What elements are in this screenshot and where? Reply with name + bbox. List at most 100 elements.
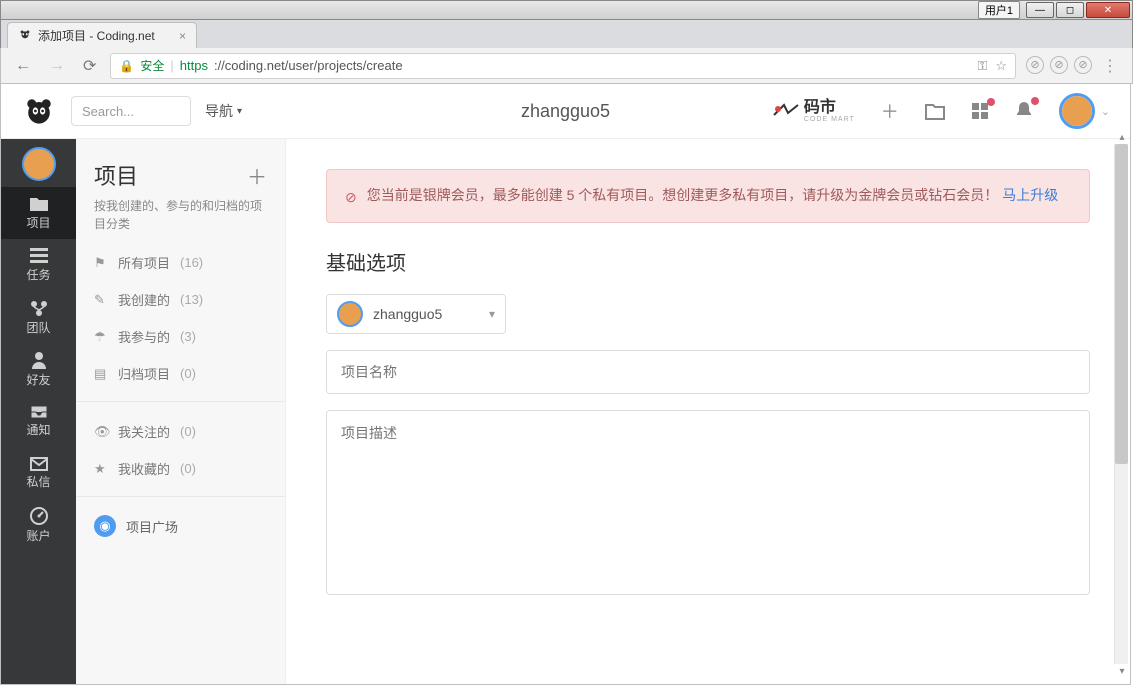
sidebar-item-label: 归档项目 [118,364,170,383]
sidebar-item-joined[interactable]: ☂ 我参与的 (3) [94,327,267,346]
group-icon [29,299,49,317]
search-input[interactable]: Search... [71,96,191,126]
eye-icon: 👁 [94,424,108,440]
window-close-button[interactable]: ✕ [1086,2,1130,18]
rail-label: 任务 [26,266,50,283]
caret-down-icon: ▾ [237,106,242,117]
rail-item-task[interactable]: 任务 [1,239,76,291]
address-bar[interactable]: 🔒 安全 | https://coding.net/user/projects/… [110,53,1016,79]
sidebar-item-watch[interactable]: 👁 我关注的 (0) [94,422,267,441]
gauge-icon [30,507,48,525]
ext-icon-3[interactable]: ⊘ [1074,56,1092,74]
ext-icon-2[interactable]: ⊘ [1050,56,1068,74]
sidebar-item-archive[interactable]: ▤ 归档项目 (0) [94,364,267,383]
ext-icon-1[interactable]: ⊘ [1026,56,1044,74]
rail-label: 账户 [26,527,50,544]
add-icon[interactable]: ＋ [881,98,899,124]
rail-item-friend[interactable]: 好友 [1,343,76,395]
sidebar-item-label: 我参与的 [118,327,170,346]
sidebar-item-star[interactable]: ★ 我收藏的 (0) [94,459,267,478]
coding-logo-icon[interactable] [21,93,57,129]
rail-label: 通知 [26,421,50,438]
sidebar-item-all[interactable]: ⚑ 所有项目 (16) [94,253,267,272]
sidebar-item-label: 我创建的 [118,290,170,309]
owner-dropdown[interactable]: zhangguo5 ▾ [326,294,506,334]
tasks-icon [30,248,48,264]
vertical-scrollbar[interactable]: ▴ ▾ [1114,144,1128,664]
sidebar-separator [76,401,285,402]
scrollbar-down-icon[interactable]: ▾ [1115,664,1129,678]
browser-tab-strip: 添加项目 - Coding.net × [0,20,1133,48]
bell-icon[interactable] [1015,101,1033,121]
folder-icon [29,196,49,212]
rail-avatar[interactable] [22,147,56,181]
favicon-icon [18,29,32,43]
nav-dropdown[interactable]: 导航 ▾ [205,101,242,121]
edit-icon: ✎ [94,292,108,308]
rail-item-project[interactable]: 项目 [1,187,76,239]
rail-item-notice[interactable]: 通知 [1,395,76,447]
owner-avatar [337,301,363,327]
browser-extensions: ⊘ ⊘ ⊘ ⋮ [1026,56,1122,76]
add-project-button[interactable]: ＋ [247,161,267,190]
search-placeholder: Search... [82,104,134,119]
alert-text: 您当前是银牌会员，最多能创建 5 个私有项目。想创建更多私有项目，请升级为金牌会… [367,187,999,203]
project-name-field [326,350,1090,394]
window-maximize-button[interactable]: ◻ [1056,2,1084,18]
rail-label: 团队 [26,319,50,336]
url-protocol: https [180,58,208,73]
project-sidebar: 项目 ＋ 按我创建的、参与的和归档的项目分类 ⚑ 所有项目 (16) ✎ 我创建… [76,139,286,684]
sidebar-item-label: 所有项目 [118,253,170,272]
rail-item-team[interactable]: 团队 [1,291,76,343]
nav-dropdown-label: 导航 [205,101,233,121]
rail-item-message[interactable]: 私信 [1,447,76,499]
archive-icon: ▤ [94,366,108,382]
task-icon[interactable] [971,102,989,120]
star-icon: ★ [94,461,108,477]
project-desc-textarea[interactable] [327,411,1089,589]
app-header: Search... 导航 ▾ zhangguo5 码市 CODE MART ＋ … [1,84,1130,139]
sidebar-separator [76,496,285,497]
forward-button[interactable]: → [45,53,69,79]
mashi-link[interactable]: 码市 CODE MART [770,99,855,123]
browser-toolbar: ← → ⟳ 🔒 安全 | https://coding.net/user/pro… [0,48,1133,84]
chrome-menu-icon[interactable]: ⋮ [1098,56,1122,76]
section-title: 基础选项 [326,247,1090,276]
rail-label: 私信 [26,473,50,490]
plaza-label: 项目广场 [126,517,178,536]
scrollbar-up-icon[interactable]: ▴ [1115,130,1129,144]
main-content: ⊘ 您当前是银牌会员，最多能创建 5 个私有项目。想创建更多私有项目，请升级为金… [286,139,1130,684]
lock-icon: 🔒 [119,59,134,73]
bookmark-star-icon[interactable]: ☆ [995,58,1007,74]
sidebar-item-created[interactable]: ✎ 我创建的 (13) [94,290,267,309]
key-icon[interactable]: ⚿ [977,58,987,74]
mashi-icon [770,99,800,123]
sidebar-title-row: 项目 ＋ [94,159,267,191]
left-rail: 项目 任务 团队 好友 通知 私信 账户 [1,139,76,684]
project-plaza-link[interactable]: ◉ 项目广场 [94,515,267,537]
sidebar-item-count: (13) [180,292,203,307]
upgrade-link[interactable]: 马上升级 [1002,187,1058,203]
compass-icon: ◉ [94,515,116,537]
back-button[interactable]: ← [11,53,35,79]
tab-title: 添加项目 - Coding.net [38,27,155,44]
project-icon[interactable] [925,102,945,120]
browser-tab[interactable]: 添加项目 - Coding.net × [7,22,197,48]
user-menu-caret-icon[interactable]: ⌄ [1101,105,1110,118]
page-title: zhangguo5 [521,101,610,122]
mail-icon [30,457,48,471]
window-minimize-button[interactable]: — [1026,2,1054,18]
secure-label: 安全 [140,57,164,74]
upgrade-alert: ⊘ 您当前是银牌会员，最多能创建 5 个私有项目。想创建更多私有项目，请升级为金… [326,169,1090,223]
mashi-label: 码市 [804,100,855,116]
scrollbar-thumb[interactable] [1115,144,1128,464]
rail-item-account[interactable]: 账户 [1,499,76,551]
sidebar-item-count: (0) [180,366,196,381]
tab-close-icon[interactable]: × [179,29,186,43]
rail-label: 项目 [26,214,50,231]
project-name-input[interactable] [327,351,1089,393]
window-user-tag: 用户1 [978,1,1020,19]
reload-button[interactable]: ⟳ [79,52,100,80]
sidebar-item-count: (0) [180,424,196,439]
user-avatar[interactable] [1059,93,1095,129]
